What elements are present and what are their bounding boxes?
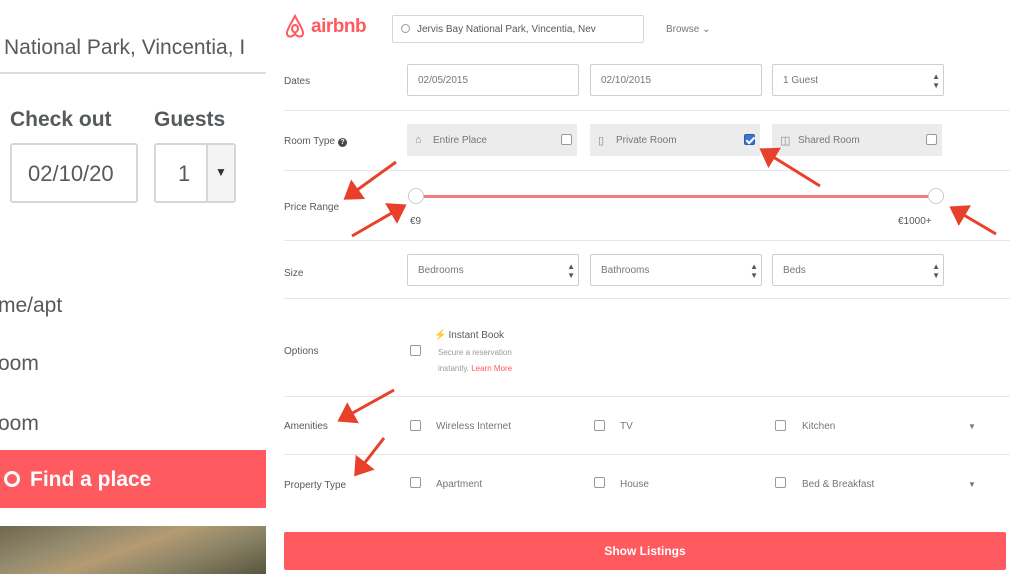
divider: [284, 298, 1010, 299]
property-apartment[interactable]: Apartment: [436, 479, 482, 490]
instant-book-title: ⚡ Instant Book: [434, 330, 504, 341]
location-search-input[interactable]: Jervis Bay National Park, Vincentia, Nev: [392, 15, 644, 43]
property-house[interactable]: House: [620, 479, 649, 490]
beach-photo: [0, 526, 266, 574]
guests-value: 1 Guest: [783, 75, 819, 86]
couch-icon: ◫: [780, 135, 791, 147]
price-range-label: Price Range: [284, 202, 340, 213]
location-text: National Park, Vincentia, I: [4, 36, 246, 59]
room-type-entire-place[interactable]: ⌂ Entire Place: [407, 124, 577, 156]
guests-value: 1: [178, 161, 191, 186]
room-option-shared[interactable]: oom: [0, 412, 39, 436]
options-label: Options: [284, 346, 319, 357]
amenity-checkbox[interactable]: [410, 420, 421, 431]
amenity-tv[interactable]: TV: [620, 421, 633, 432]
room-type-checkbox-checked[interactable]: [744, 134, 755, 145]
search-icon: [4, 471, 20, 487]
top-bar: airbnb Jervis Bay National Park, Vincent…: [270, 0, 1024, 58]
property-checkbox[interactable]: [775, 477, 786, 488]
amenity-checkbox[interactable]: [594, 420, 605, 431]
guests-select[interactable]: 1 ▼: [154, 143, 236, 203]
check-out-input[interactable]: 02/10/2015: [590, 64, 762, 96]
divider: [284, 454, 1010, 455]
chevron-down-icon: ⌄: [702, 24, 711, 35]
room-type-shared-room[interactable]: ◫ Shared Room: [772, 124, 942, 156]
instant-book-desc: Secure a reservation: [438, 348, 512, 357]
find-place-label: Find a place: [30, 468, 152, 491]
find-place-button[interactable]: Find a place: [0, 450, 266, 508]
airbnb-logo[interactable]: airbnb: [284, 14, 367, 40]
check-out-input[interactable]: 02/10/20: [10, 143, 138, 203]
room-type-label: Entire Place: [433, 135, 487, 146]
amenity-checkbox[interactable]: [775, 420, 786, 431]
room-option-entire[interactable]: me/apt: [0, 294, 62, 318]
room-option-private[interactable]: oom: [0, 352, 39, 376]
check-in-input[interactable]: 02/05/2015: [407, 64, 579, 96]
info-icon[interactable]: ?: [337, 138, 347, 147]
bathrooms-select[interactable]: Bathrooms ▲ ▼: [590, 254, 762, 286]
search-value: Jervis Bay National Park, Vincentia, Nev: [417, 24, 596, 35]
price-min-value: €9: [410, 216, 422, 227]
lightning-icon: ⚡: [434, 330, 447, 341]
price-slider-track[interactable]: [416, 195, 936, 198]
learn-more-link[interactable]: Learn More: [471, 364, 512, 373]
chevron-down-icon[interactable]: ▼: [206, 145, 234, 201]
divider: [284, 170, 1010, 171]
price-max-handle[interactable]: [928, 188, 944, 204]
select-arrows-icon: ▲ ▼: [750, 262, 758, 280]
door-icon: ▯: [598, 135, 605, 147]
guests-select[interactable]: 1 Guest ▲ ▼: [772, 64, 944, 96]
beds-select[interactable]: Beds ▲ ▼: [772, 254, 944, 286]
instant-book-text: Instant Book: [448, 330, 505, 341]
belo-icon: [285, 14, 305, 38]
property-bnb[interactable]: Bed & Breakfast: [802, 479, 874, 490]
room-type-label: Room Type?: [284, 136, 347, 147]
beds-value: Beds: [783, 265, 806, 276]
divider: [284, 110, 1010, 111]
bathrooms-value: Bathrooms: [601, 265, 650, 276]
bedrooms-value: Bedrooms: [418, 265, 464, 276]
search-filters-panel: airbnb Jervis Bay National Park, Vincent…: [270, 0, 1024, 585]
dates-label: Dates: [284, 76, 311, 87]
property-type-label: Property Type: [284, 480, 347, 491]
room-type-checkbox[interactable]: [561, 134, 572, 145]
property-checkbox[interactable]: [594, 477, 605, 488]
amenity-wireless[interactable]: Wireless Internet: [436, 421, 511, 432]
show-listings-button[interactable]: Show Listings: [284, 532, 1006, 570]
amenity-kitchen[interactable]: Kitchen: [802, 421, 835, 432]
room-type-private-room[interactable]: ▯ Private Room: [590, 124, 760, 156]
divider: [284, 396, 1010, 397]
check-out-label: Check out: [10, 108, 112, 131]
price-max-value: €1000+: [898, 216, 932, 227]
browse-menu[interactable]: Browse ⌄: [666, 24, 711, 35]
mobile-search-panel: National Park, Vincentia, I Check out Gu…: [0, 0, 268, 585]
browse-label: Browse: [666, 24, 700, 35]
logo-text: airbnb: [311, 16, 367, 37]
select-arrows-icon: ▲ ▼: [567, 262, 575, 280]
amenities-label: Amenities: [284, 421, 328, 432]
expand-caret-icon[interactable]: ▼: [968, 422, 976, 431]
bedrooms-select[interactable]: Bedrooms ▲ ▼: [407, 254, 579, 286]
expand-caret-icon[interactable]: ▼: [968, 480, 976, 489]
room-type-text: Room Type: [284, 136, 335, 147]
instant-book-desc-text: instantly.: [438, 364, 469, 373]
price-min-handle[interactable]: [408, 188, 424, 204]
instant-book-checkbox[interactable]: [410, 345, 421, 356]
divider: [284, 240, 1010, 241]
house-icon: ⌂: [415, 134, 422, 146]
room-type-label: Shared Room: [798, 135, 860, 146]
location-input[interactable]: National Park, Vincentia, I: [0, 22, 266, 74]
room-type-checkbox[interactable]: [926, 134, 937, 145]
search-icon: [401, 24, 410, 33]
room-type-label: Private Room: [616, 135, 677, 146]
select-arrows-icon: ▲ ▼: [932, 262, 940, 280]
property-checkbox[interactable]: [410, 477, 421, 488]
size-label: Size: [284, 268, 304, 279]
instant-book-desc-2: instantly. Learn More: [438, 364, 512, 373]
guests-label: Guests: [154, 108, 226, 131]
select-arrows-icon: ▲ ▼: [932, 72, 940, 90]
